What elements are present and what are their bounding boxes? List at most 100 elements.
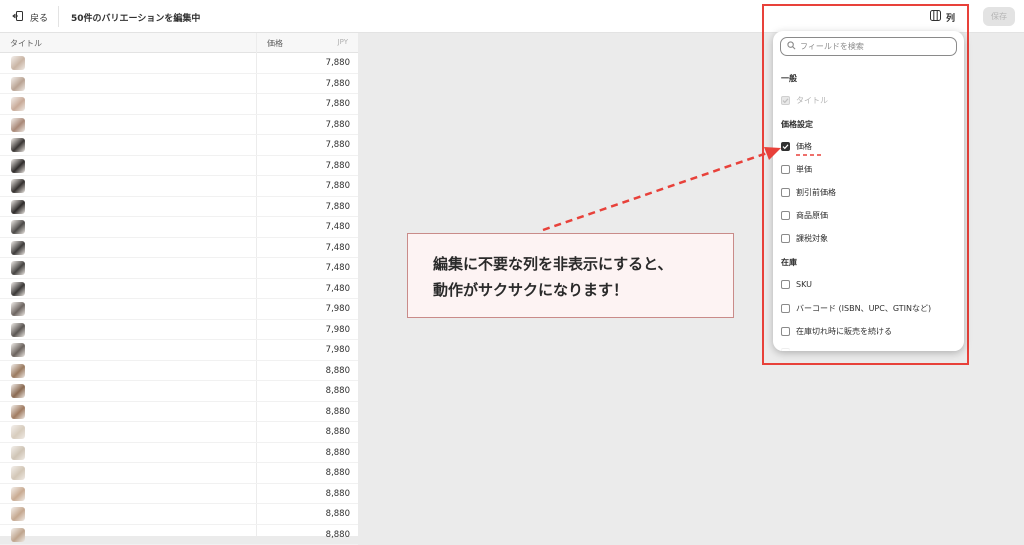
option-compare-at[interactable]: 割引前価格: [781, 187, 836, 198]
price-cell[interactable]: 7,880: [326, 161, 350, 171]
product-thumbnail: [11, 384, 25, 398]
price-cell[interactable]: 8,880: [326, 468, 350, 478]
annotation-callout: 編集に不要な列を非表示にすると、 動作がサクサクになります！: [407, 233, 734, 318]
section-inventory: 在庫: [781, 257, 797, 268]
product-thumbnail: [11, 487, 25, 501]
price-cell[interactable]: 7,980: [326, 325, 350, 335]
table-row[interactable]: 8,880: [0, 381, 358, 402]
product-thumbnail: [11, 282, 25, 296]
callout-line-2: 動作がサクサクになります！: [433, 279, 628, 300]
table-row[interactable]: 7,480: [0, 217, 358, 238]
table-row[interactable]: 7,880: [0, 53, 358, 74]
price-cell[interactable]: 7,980: [326, 304, 350, 314]
table-row[interactable]: 8,880: [0, 443, 358, 464]
checkbox-taxable[interactable]: [781, 234, 790, 243]
price-cell[interactable]: 7,880: [326, 99, 350, 109]
save-button[interactable]: 保存: [983, 7, 1015, 26]
checkbox-barcode[interactable]: [781, 304, 790, 313]
table-row[interactable]: 7,880: [0, 197, 358, 218]
product-thumbnail: [11, 302, 25, 316]
product-thumbnail: [11, 220, 25, 234]
table-row[interactable]: 7,480: [0, 279, 358, 300]
price-cell[interactable]: 7,480: [326, 263, 350, 273]
table-row[interactable]: 8,880: [0, 422, 358, 443]
product-thumbnail: [11, 138, 25, 152]
variants-grid: タイトル 価格 JPY 7,880 7,880 7,880 7,880 7,880 7,8…: [0, 33, 358, 536]
price-cell[interactable]: 8,880: [326, 427, 350, 437]
price-cell[interactable]: 7,880: [326, 181, 350, 191]
table-row[interactable]: 7,980: [0, 340, 358, 361]
column-header-price[interactable]: 価格: [267, 38, 283, 49]
price-cell[interactable]: 7,880: [326, 202, 350, 212]
table-row[interactable]: 7,880: [0, 74, 358, 95]
product-thumbnail: [11, 261, 25, 275]
product-thumbnail: [11, 77, 25, 91]
table-row[interactable]: 7,880: [0, 135, 358, 156]
product-thumbnail: [11, 118, 25, 132]
search-placeholder: フィールドを検索: [800, 41, 864, 52]
table-row[interactable]: 7,880: [0, 156, 358, 177]
checkbox-continue-selling[interactable]: [781, 327, 790, 336]
table-row[interactable]: 7,980: [0, 320, 358, 341]
price-cell[interactable]: 7,880: [326, 120, 350, 130]
checkbox-compare-at[interactable]: [781, 188, 790, 197]
product-thumbnail: [11, 343, 25, 357]
product-thumbnail: [11, 200, 25, 214]
product-thumbnail: [11, 364, 25, 378]
product-thumbnail: [11, 56, 25, 70]
price-cell[interactable]: 7,480: [326, 222, 350, 232]
option-taxable-label: 課税対象: [796, 233, 828, 244]
grid-header: タイトル 価格 JPY: [0, 33, 358, 53]
product-thumbnail: [11, 528, 25, 542]
price-cell[interactable]: 7,480: [326, 284, 350, 294]
grid-rows: 7,880 7,880 7,880 7,880 7,880 7,880 7,880 7,880…: [0, 53, 358, 545]
option-unit-price[interactable]: 単価: [781, 164, 812, 175]
table-row[interactable]: 7,880: [0, 115, 358, 136]
section-general: 一般: [781, 73, 797, 84]
checkbox-cost[interactable]: [781, 211, 790, 220]
table-row[interactable]: 8,880: [0, 361, 358, 382]
option-title: タイトル: [781, 95, 828, 106]
price-cell[interactable]: 7,480: [326, 243, 350, 253]
option-barcode-label: バーコード (ISBN、UPC、GTINなど): [796, 303, 931, 314]
price-cell[interactable]: 7,880: [326, 140, 350, 150]
section-pricing: 価格設定: [781, 119, 813, 130]
price-cell[interactable]: 8,880: [326, 530, 350, 540]
price-cell[interactable]: 8,880: [326, 448, 350, 458]
table-row[interactable]: 7,980: [0, 299, 358, 320]
scroll-fade: [773, 337, 964, 351]
price-cell[interactable]: 7,980: [326, 345, 350, 355]
option-continue-selling[interactable]: 在庫切れ時に販売を続ける: [781, 326, 892, 337]
table-row[interactable]: 7,480: [0, 258, 358, 279]
table-row[interactable]: 8,880: [0, 463, 358, 484]
option-price[interactable]: 価格: [781, 141, 812, 152]
table-row[interactable]: 8,880: [0, 525, 358, 545]
column-header-title[interactable]: タイトル: [10, 38, 42, 49]
table-row[interactable]: 7,480: [0, 238, 358, 259]
table-row[interactable]: 7,880: [0, 94, 358, 115]
table-row[interactable]: 7,880: [0, 176, 358, 197]
price-cell[interactable]: 8,880: [326, 509, 350, 519]
price-cell[interactable]: 7,880: [326, 79, 350, 89]
price-cell[interactable]: 7,880: [326, 58, 350, 68]
back-button[interactable]: 戻る: [12, 9, 48, 25]
checkbox-price[interactable]: [781, 142, 790, 151]
product-thumbnail: [11, 507, 25, 521]
price-cell[interactable]: 8,880: [326, 386, 350, 396]
option-taxable[interactable]: 課税対象: [781, 233, 828, 244]
option-barcode[interactable]: バーコード (ISBN、UPC、GTINなど): [781, 303, 931, 314]
table-row[interactable]: 8,880: [0, 504, 358, 525]
field-search-input[interactable]: フィールドを検索: [780, 37, 957, 56]
callout-line-1: 編集に不要な列を非表示にすると、: [433, 253, 673, 274]
price-cell[interactable]: 8,880: [326, 366, 350, 376]
checkbox-unit-price[interactable]: [781, 165, 790, 174]
price-cell[interactable]: 8,880: [326, 407, 350, 417]
price-cell[interactable]: 8,880: [326, 489, 350, 499]
product-thumbnail: [11, 446, 25, 460]
table-row[interactable]: 8,880: [0, 402, 358, 423]
option-sku[interactable]: SKU: [781, 280, 812, 289]
checkbox-title: [781, 96, 790, 105]
table-row[interactable]: 8,880: [0, 484, 358, 505]
option-cost[interactable]: 商品原価: [781, 210, 828, 221]
checkbox-sku[interactable]: [781, 280, 790, 289]
